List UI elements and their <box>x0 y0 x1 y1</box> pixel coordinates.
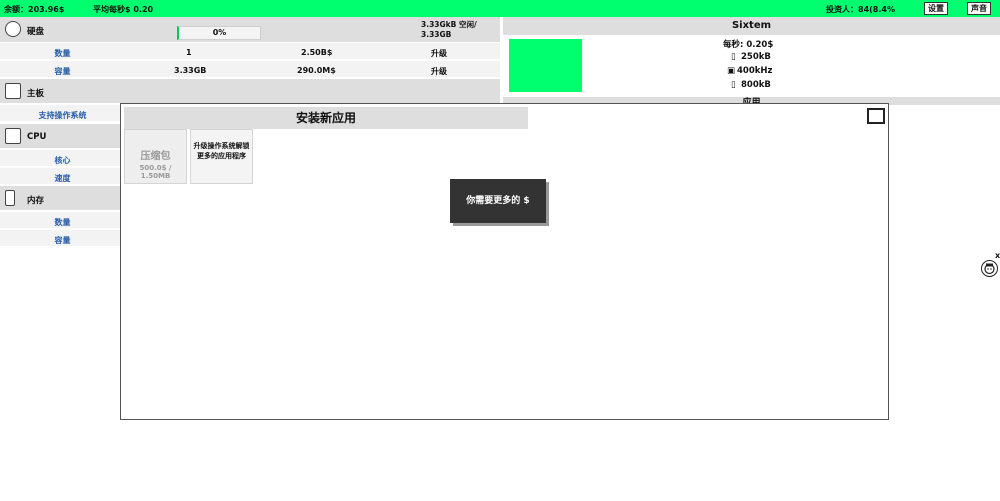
disk-space-text: 3.33GkB 空闲/ 3.33GB <box>421 20 477 39</box>
row-value: 3.33GB <box>174 66 207 75</box>
motherboard-icon <box>5 83 21 99</box>
disk-row-count: 数量 1 2.50B$ 升级 <box>0 42 500 59</box>
row-key: 容量 <box>54 67 71 76</box>
row-key: 核心 <box>54 156 71 165</box>
row-price: 290.0M$ <box>297 66 336 75</box>
per-second-text: 每秒: 0.20$ <box>723 40 774 50</box>
disk-header: 硬盘 0% 3.33GkB 空闲/ 3.33GB <box>0 17 500 42</box>
row-key: 数量 <box>54 49 71 58</box>
disk-icon <box>5 21 21 37</box>
avatar-close-icon[interactable]: x <box>995 251 1000 260</box>
cpu-title: CPU <box>27 132 47 142</box>
memory-header: 内存 <box>0 186 120 210</box>
balance-text: 余额：203.96$ <box>4 5 65 14</box>
install-app-modal: 安装新应用 压缩包 500.0$ / 1.50MB 升级操作系统解锁 更多的应用… <box>120 103 889 420</box>
avatar-icon[interactable] <box>981 260 998 277</box>
row-value: 1 <box>186 48 192 57</box>
close-icon[interactable] <box>867 108 885 124</box>
system-title: Sixtem <box>503 17 1000 35</box>
memory-text: 800kB <box>741 80 771 90</box>
row-price: 2.50B$ <box>301 48 333 57</box>
row-key: 支持操作系统 <box>38 111 87 120</box>
top-status-bar: 余额：203.96$ 平均每秒$ 0.20 投资人：84(8.4% 设置 声音 <box>0 0 1000 17</box>
memory-row-count: 数量 <box>0 211 120 228</box>
system-panel: 每秒: 0.20$ ▯ 250kB ▣ 400kHz ▯ 800kB <box>503 35 1000 97</box>
app-price: 500.0$ / 1.50MB <box>139 164 172 180</box>
app-card-upgrade-os[interactable]: 升级操作系统解锁 更多的应用程序 <box>190 129 253 184</box>
memory-title: 内存 <box>27 196 45 206</box>
cpu-small-icon: ▣ <box>727 66 736 76</box>
app-name: 压缩包 <box>140 151 171 162</box>
settings-button[interactable]: 设置 <box>924 2 948 15</box>
upgrade-button[interactable]: 升级 <box>431 66 447 77</box>
avg-per-second-text: 平均每秒$ 0.20 <box>93 5 154 14</box>
row-key: 速度 <box>54 174 71 183</box>
row-key: 数量 <box>54 218 71 227</box>
upgrade-button[interactable]: 升级 <box>431 48 447 59</box>
cpu-row-cores: 核心 <box>0 149 120 166</box>
motherboard-title: 主板 <box>27 89 45 99</box>
sound-button[interactable]: 声音 <box>967 2 991 15</box>
need-more-money-notice: 你需要更多的 $ <box>450 179 546 223</box>
investors-text: 投资人：84(8.4% <box>826 5 895 14</box>
storage-icon: ▯ <box>731 52 736 62</box>
system-screen[interactable] <box>509 39 582 92</box>
disk-row-capacity: 容量 3.33GB 290.0M$ 升级 <box>0 60 500 77</box>
face-icon <box>984 263 995 275</box>
disk-progress-bar: 0% <box>177 26 261 40</box>
modal-title: 安装新应用 <box>124 107 528 129</box>
motherboard-row-os: 支持操作系统 <box>0 104 120 121</box>
memory-small-icon: ▯ <box>731 80 736 90</box>
row-key: 容量 <box>54 236 71 245</box>
memory-icon <box>5 190 15 206</box>
storage-text: 250kB <box>741 52 771 62</box>
app-card-archive[interactable]: 压缩包 500.0$ / 1.50MB <box>124 129 187 184</box>
clock-text: 400kHz <box>737 66 773 76</box>
cpu-row-speed: 速度 <box>0 167 120 184</box>
upgrade-hint-line2: 更多的应用程序 <box>197 152 246 160</box>
cpu-icon <box>5 128 21 144</box>
disk-title: 硬盘 <box>27 27 45 37</box>
motherboard-header: 主板 <box>0 79 500 103</box>
cpu-header: CPU <box>0 124 120 148</box>
memory-row-capacity: 容量 <box>0 229 120 246</box>
upgrade-hint-line1: 升级操作系统解锁 <box>193 142 250 150</box>
